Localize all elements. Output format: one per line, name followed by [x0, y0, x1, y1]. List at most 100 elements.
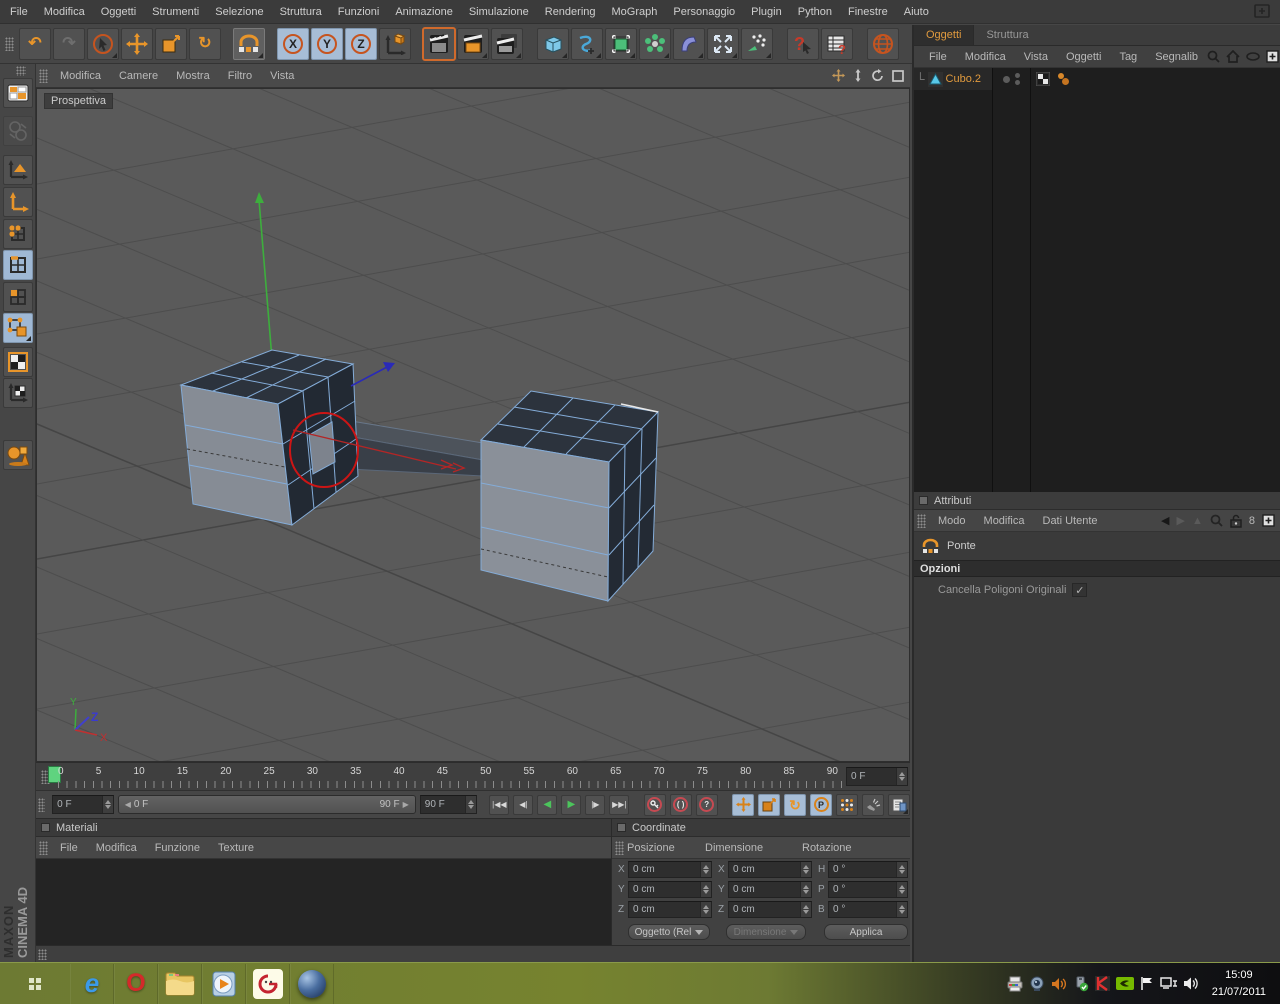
range-right-arrow-icon[interactable]: ▶: [403, 800, 409, 809]
viewport-menu-item[interactable]: Camere: [110, 70, 167, 82]
object-tree[interactable]: └ Cubo.2: [914, 68, 1280, 492]
filter-icon[interactable]: 8: [1249, 515, 1255, 527]
viewport-drag-handle[interactable]: [39, 68, 48, 83]
visibility-dot-editor[interactable]: [1002, 75, 1010, 83]
prev-frame-button[interactable]: ◀|: [513, 794, 534, 815]
live-selection-button[interactable]: [87, 28, 119, 60]
om-path-icon[interactable]: [1246, 52, 1260, 61]
size-field[interactable]: 0 cm: [728, 901, 812, 918]
om-menu-item[interactable]: Vista: [1015, 51, 1057, 63]
model-mode-button[interactable]: [3, 155, 33, 185]
size-field[interactable]: 0 cm: [728, 881, 812, 898]
tray-usb-icon[interactable]: [1070, 973, 1092, 995]
taskbar-opera[interactable]: O: [114, 963, 158, 1004]
field-spinner[interactable]: [896, 862, 907, 877]
project-settings-button[interactable]: [888, 793, 910, 816]
menu-item[interactable]: Struttura: [272, 6, 330, 18]
tray-volume-icon[interactable]: [1180, 973, 1202, 995]
om-home-icon[interactable]: [1226, 50, 1240, 63]
materials-menu-item[interactable]: Funzione: [146, 842, 209, 854]
object-library-button[interactable]: [3, 440, 33, 470]
viewport-menu-item[interactable]: Vista: [261, 70, 303, 82]
taskbar-clock[interactable]: 15:09 21/07/2011: [1202, 967, 1280, 1000]
menu-item[interactable]: Funzioni: [330, 6, 388, 18]
current-frame-field[interactable]: 0 F: [846, 767, 908, 786]
tab-struttura[interactable]: Struttura: [974, 25, 1040, 45]
attributes-add-icon[interactable]: [1262, 514, 1275, 527]
taskbar-sphere-app[interactable]: [290, 963, 334, 1004]
om-add-icon[interactable]: [1266, 50, 1279, 63]
left-cube[interactable]: [179, 349, 359, 526]
menu-item[interactable]: Rendering: [537, 6, 604, 18]
field-spinner[interactable]: [896, 882, 907, 897]
undo-button[interactable]: ↶: [19, 28, 51, 60]
materials-content[interactable]: [36, 859, 611, 944]
autokey-button[interactable]: ( ): [669, 793, 692, 816]
om-menu-item[interactable]: Segnalib: [1146, 51, 1207, 63]
history-back-icon[interactable]: ◀: [1161, 514, 1169, 527]
viewport-maximize-icon[interactable]: [892, 69, 904, 82]
om-menu-item[interactable]: Tag: [1110, 51, 1146, 63]
lock-z-axis-button[interactable]: Z: [345, 28, 377, 60]
menu-item[interactable]: Finestre: [840, 6, 896, 18]
key-parameter-toggle[interactable]: P: [810, 793, 832, 816]
field-spinner[interactable]: [800, 882, 811, 897]
object-axis-mode-button[interactable]: [3, 187, 33, 217]
apply-button[interactable]: Applica: [824, 924, 908, 940]
start-frame-spinner[interactable]: [101, 796, 113, 813]
lock-x-axis-button[interactable]: X: [277, 28, 309, 60]
attributes-menu-item[interactable]: Dati Utente: [1034, 515, 1107, 527]
toolbar-drag-handle[interactable]: [5, 37, 14, 51]
tray-printer-icon[interactable]: [1004, 973, 1026, 995]
viewport-label[interactable]: Prospettiva: [44, 93, 114, 109]
tab-oggetti[interactable]: Oggetti: [914, 25, 975, 45]
field-spinner[interactable]: [700, 882, 711, 897]
size-field[interactable]: 0 cm: [728, 861, 812, 878]
menu-item[interactable]: MoGraph: [604, 6, 666, 18]
start-frame-field[interactable]: 0 F: [52, 795, 114, 814]
viewport-pan-icon[interactable]: [832, 69, 845, 82]
history-up-icon[interactable]: ▲: [1192, 515, 1203, 527]
goto-start-button[interactable]: |◀◀: [489, 794, 510, 815]
content-browser-button[interactable]: ?: [821, 28, 853, 60]
taskbar-explorer[interactable]: [158, 963, 202, 1004]
key-position-toggle[interactable]: [732, 793, 754, 816]
tray-webcam-icon[interactable]: [1026, 973, 1048, 995]
coordinate-mode-dropdown[interactable]: Oggetto (Rel: [628, 924, 710, 940]
z-axis-handle[interactable]: [350, 362, 395, 387]
key-pla-toggle[interactable]: [836, 793, 858, 816]
size-mode-dropdown[interactable]: Dimensione: [726, 924, 806, 940]
object-row-cubo2[interactable]: └ Cubo.2: [914, 68, 1280, 90]
menu-item[interactable]: Personaggio: [665, 6, 743, 18]
menu-item[interactable]: Aiuto: [896, 6, 937, 18]
coordinate-system-button[interactable]: [379, 28, 411, 60]
viewport-menu-item[interactable]: Mostra: [167, 70, 219, 82]
column-rotation[interactable]: Rotazione: [802, 842, 852, 854]
next-frame-button[interactable]: |▶: [585, 794, 606, 815]
attributes-menu-item[interactable]: Modifica: [975, 515, 1034, 527]
leftbar-drag-handle[interactable]: [16, 66, 26, 76]
object-name[interactable]: Cubo.2: [946, 73, 981, 85]
menu-item[interactable]: File: [2, 6, 36, 18]
taskbar-internet-explorer[interactable]: e: [70, 963, 114, 1004]
end-frame-field[interactable]: 90 F: [419, 795, 477, 814]
menu-item[interactable]: Simulazione: [461, 6, 537, 18]
field-spinner[interactable]: [800, 862, 811, 877]
menu-item[interactable]: Plugin: [743, 6, 790, 18]
rotation-field[interactable]: 0 °: [828, 881, 908, 898]
rotation-field[interactable]: 0 °: [828, 901, 908, 918]
menu-item[interactable]: Animazione: [387, 6, 460, 18]
menu-item[interactable]: Selezione: [207, 6, 271, 18]
texture-axis-mode-button[interactable]: [3, 378, 33, 408]
record-keyframe-button[interactable]: [643, 793, 666, 816]
attributes-search-icon[interactable]: [1210, 514, 1223, 527]
add-cube-button[interactable]: [537, 28, 569, 60]
online-updater-button[interactable]: [867, 28, 899, 60]
selection-tag-icon[interactable]: [1036, 72, 1050, 86]
column-position[interactable]: Posizione: [627, 842, 705, 854]
render-queue-button[interactable]: [491, 28, 523, 60]
tweak-mode-button[interactable]: [3, 313, 33, 343]
render-settings-button[interactable]: [457, 28, 489, 60]
field-spinner[interactable]: [700, 862, 711, 877]
viewport-rotate-icon[interactable]: [871, 69, 884, 82]
